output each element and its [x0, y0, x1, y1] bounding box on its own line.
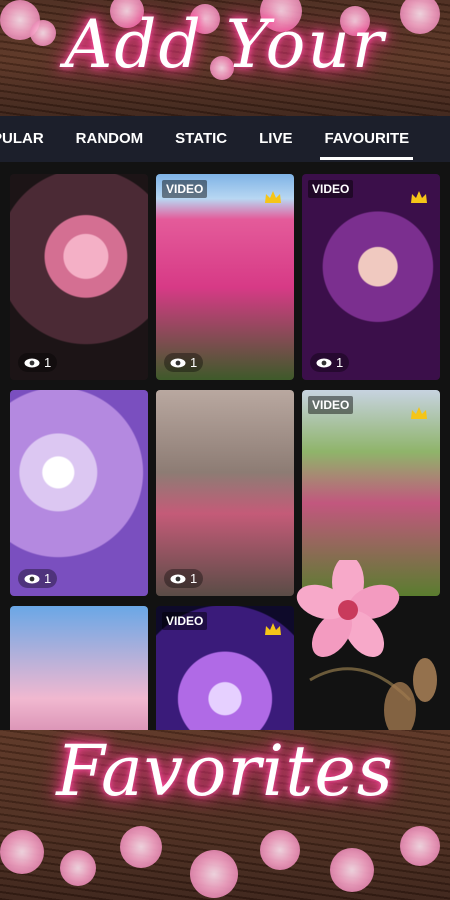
view-count: 1 — [310, 353, 350, 372]
blossom-decoration — [0, 830, 44, 874]
wallpaper-card[interactable]: 1 — [156, 390, 294, 596]
video-badge: VIDEO — [308, 396, 354, 414]
video-badge: VIDEO — [162, 612, 208, 630]
view-count-text: 1 — [336, 355, 344, 370]
tab-live[interactable]: LIVE — [243, 116, 308, 162]
view-count-text: 1 — [190, 571, 198, 586]
view-count: 1 — [164, 353, 204, 372]
category-tabs: PULAR RANDOM STATIC LIVE FAVOURITE — [0, 116, 450, 162]
blossom-decoration — [120, 826, 162, 868]
blossom-decoration — [400, 826, 440, 866]
video-badge: VIDEO — [308, 180, 354, 198]
video-badge: VIDEO — [162, 180, 208, 198]
view-count: 1 — [18, 353, 58, 372]
banner-title: Add Your — [64, 6, 386, 83]
eye-icon — [24, 574, 40, 583]
eye-icon — [170, 358, 186, 367]
blossom-decoration — [330, 848, 374, 892]
view-count-text: 1 — [190, 355, 198, 370]
tab-static[interactable]: STATIC — [159, 116, 243, 162]
crown-icon — [265, 191, 281, 203]
tab-popular[interactable]: PULAR — [0, 116, 60, 162]
view-count: 1 — [164, 569, 204, 588]
crown-icon — [411, 407, 427, 419]
tab-favourite[interactable]: FAVOURITE — [308, 116, 425, 162]
blossom-decoration — [260, 830, 300, 870]
banner-title: Favorites — [56, 730, 394, 812]
wallpaper-card[interactable]: 1 — [10, 174, 148, 380]
blossom-decoration — [60, 850, 96, 886]
wallpaper-card[interactable]: VIDEO 1 — [156, 174, 294, 380]
view-count: 1 — [18, 569, 58, 588]
eye-icon — [24, 358, 40, 367]
blossom-decoration — [190, 850, 238, 898]
bottom-banner: Favorites — [0, 730, 450, 900]
wallpaper-card[interactable]: 1 — [10, 390, 148, 596]
top-banner: Add Your — [0, 0, 450, 120]
wallpaper-card[interactable]: VIDEO 1 — [302, 174, 440, 380]
crown-icon — [411, 191, 427, 203]
view-count-text: 1 — [44, 355, 52, 370]
eye-icon — [170, 574, 186, 583]
eye-icon — [316, 358, 332, 367]
crown-icon — [265, 623, 281, 635]
view-count-text: 1 — [44, 571, 52, 586]
tab-random[interactable]: RANDOM — [60, 116, 160, 162]
